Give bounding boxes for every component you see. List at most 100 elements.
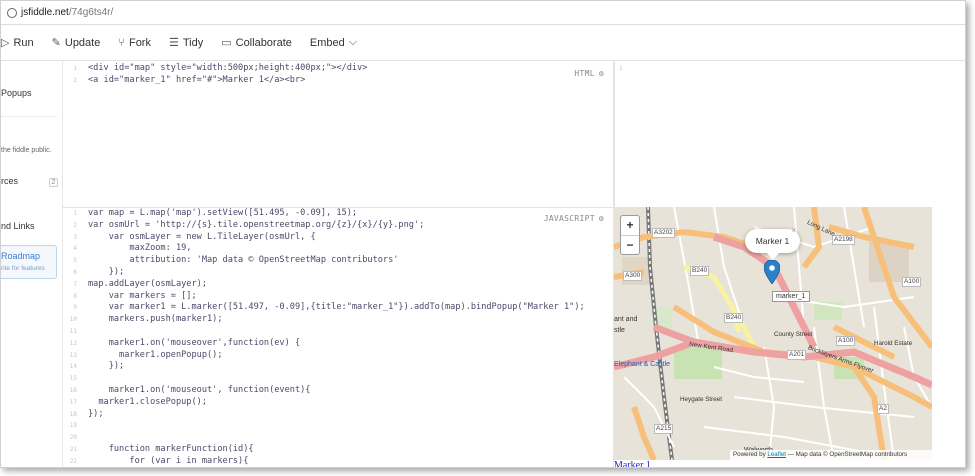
sidebar-item-popups[interactable]: Popups <box>1 88 32 98</box>
javascript-panel-label: JAVASCRIPT ⚙ <box>543 214 604 223</box>
map-attribution: Powered by Leaflet — Map data © OpenStre… <box>730 450 932 460</box>
line-number: 17 <box>69 398 77 406</box>
road-label-b240: B240 <box>690 266 710 276</box>
place-label-stle: stle <box>614 327 625 334</box>
code-line: attribution: 'Map data © OpenStreetMap c… <box>88 255 399 266</box>
zoom-out-button[interactable]: − <box>621 235 639 254</box>
code-line: }); <box>88 267 125 277</box>
popup-text: Marker 1 <box>755 236 790 246</box>
marker-tooltip: marker_1 <box>772 291 810 302</box>
html-panel-label: HTML ⚙ <box>574 69 604 78</box>
tidy-label: Tidy <box>182 36 204 49</box>
road-label-a215: A215 <box>654 424 674 434</box>
road-label-a100-2: A100 <box>836 336 856 346</box>
sidebar: Popups the fiddle public. rces 2 nd Link… <box>1 61 63 467</box>
road-label-a300: A300 <box>623 271 643 281</box>
line-number: 9 <box>73 304 77 312</box>
play-icon: ▷ <box>1 37 10 49</box>
road-label-b240-2: B240 <box>724 313 744 323</box>
embed-button[interactable]: Embed ⌵ <box>310 36 357 49</box>
url-path: /74g6ts4r/ <box>68 7 114 18</box>
collaborate-button[interactable]: ▭ Collaborate <box>221 36 292 50</box>
line-number: 6 <box>73 269 77 276</box>
resources-count-badge: 2 <box>48 178 59 187</box>
road-label-a201: A201 <box>787 350 807 360</box>
place-label-sant-and: ant and <box>614 316 638 323</box>
line-number: 10 <box>69 316 77 324</box>
code-line: marker1.on('mouseout', function(event){ <box>88 385 311 395</box>
javascript-editor[interactable]: JAVASCRIPT ⚙ 1 var map = L.map('map').setV… <box>63 208 614 467</box>
roadmap-subtitle: rite for features <box>1 265 45 272</box>
code-line: marker1.closePopup(); <box>88 396 207 407</box>
marker-1-link[interactable]: Marker 1 <box>614 460 651 467</box>
sidebar-item-resources[interactable]: rces 2 <box>1 176 59 187</box>
marker-icon[interactable] <box>764 260 780 284</box>
leaflet-link[interactable]: Leaflet <box>767 451 786 458</box>
line-number: 2 <box>73 76 77 84</box>
address-bar[interactable]: jsfiddle.net/74g6ts4r/ <box>1 1 965 25</box>
line-number: 4 <box>73 245 77 253</box>
line-number: 13 <box>69 351 77 359</box>
street-label-heygate: Heygate Street <box>680 396 723 403</box>
url-host: jsfiddle.net <box>21 7 69 18</box>
road-label-a2198: A2198 <box>832 235 855 245</box>
popup-close-button[interactable]: × <box>791 225 796 237</box>
line-number: 18 <box>69 410 77 418</box>
code-line: var osmLayer = new L.TileLayer(osmUrl, { <box>88 231 316 242</box>
code-line: var markers = []; <box>88 290 197 301</box>
code-line: var marker1 = L.marker([51.497, -0.09],{… <box>88 302 585 313</box>
pencil-icon: ✎ <box>51 37 61 49</box>
line-number: 3 <box>73 233 77 241</box>
line-number: 14 <box>69 363 77 371</box>
browser-window: jsfiddle.net/74g6ts4r/ ▷ Run ✎ Update ⑂ … <box>0 0 966 468</box>
tidy-button[interactable]: ☰ Tidy <box>168 36 204 50</box>
chevron-down-icon: ⌵ <box>348 36 358 48</box>
road-label-a3202: A3202 <box>652 228 675 238</box>
place-label-harold: Harold Estate <box>874 340 913 347</box>
line-number: 12 <box>69 339 77 347</box>
collaborate-label: Collaborate <box>235 36 292 49</box>
embed-label: Embed <box>309 36 345 49</box>
code-line: }); <box>88 408 104 419</box>
tidy-icon: ☰ <box>168 37 179 49</box>
fork-label: Fork <box>128 36 151 49</box>
street-label-county: County Street <box>774 331 813 338</box>
info-icon[interactable] <box>7 7 17 18</box>
line-number: 15 <box>69 375 77 383</box>
gear-icon: ⚙ <box>598 69 604 78</box>
chat-icon: ▭ <box>221 37 232 49</box>
fork-button[interactable]: ⑂ Fork <box>118 37 151 49</box>
run-label: Run <box>13 36 34 49</box>
roadmap-box[interactable]: Roadmap rite for features <box>1 245 57 279</box>
code-line: markers.push(marker1); <box>88 314 223 325</box>
line-number: 2 <box>73 221 77 229</box>
code-line: var osmUrl = 'http://{s}.tile.openstreet… <box>88 219 425 230</box>
code-line: <div id="map" style="width:500px;height:… <box>88 63 368 73</box>
line-number: 1 <box>73 65 77 72</box>
line-number: 19 <box>69 422 77 430</box>
code-line: maxZoom: 19, <box>88 243 192 254</box>
code-line: var map = L.map('map').setView([51.495, … <box>88 208 358 218</box>
code-line: for (var i in markers){ <box>88 455 249 466</box>
line-number: 22 <box>69 457 77 465</box>
code-line: <a id="marker_1" href="#">Marker 1</a><b… <box>88 74 306 85</box>
place-label-elephant: Elephant & Castle <box>614 361 671 368</box>
marker-popup: Marker 1 × <box>745 226 800 260</box>
zoom-in-button[interactable]: + <box>621 216 639 235</box>
road-label-a2: A2 <box>877 404 889 414</box>
update-label: Update <box>64 36 101 49</box>
sidebar-item-links[interactable]: nd Links <box>1 221 35 231</box>
run-button[interactable]: ▷ Run <box>1 36 34 50</box>
fiddle-toolbar: ▷ Run ✎ Update ⑂ Fork ☰ Tidy ▭ Collabora… <box>1 25 965 61</box>
html-editor[interactable]: HTML ⚙ 1 <div id="map" style="width:500px;… <box>63 61 614 207</box>
resources-label: rces <box>1 176 19 186</box>
code-line: map.addLayer(osmLayer); <box>88 278 207 289</box>
fork-icon: ⑂ <box>118 36 125 49</box>
road-label-a100: A100 <box>902 277 922 287</box>
line-number: 8 <box>73 292 77 300</box>
line-number: 11 <box>69 328 77 335</box>
code-line: marker1.on('mouseover',function(ev) { <box>88 337 301 348</box>
public-note: the fiddle public. <box>1 147 52 154</box>
roadmap-title: Roadmap <box>1 251 41 261</box>
update-button[interactable]: ✎ Update <box>51 36 101 50</box>
